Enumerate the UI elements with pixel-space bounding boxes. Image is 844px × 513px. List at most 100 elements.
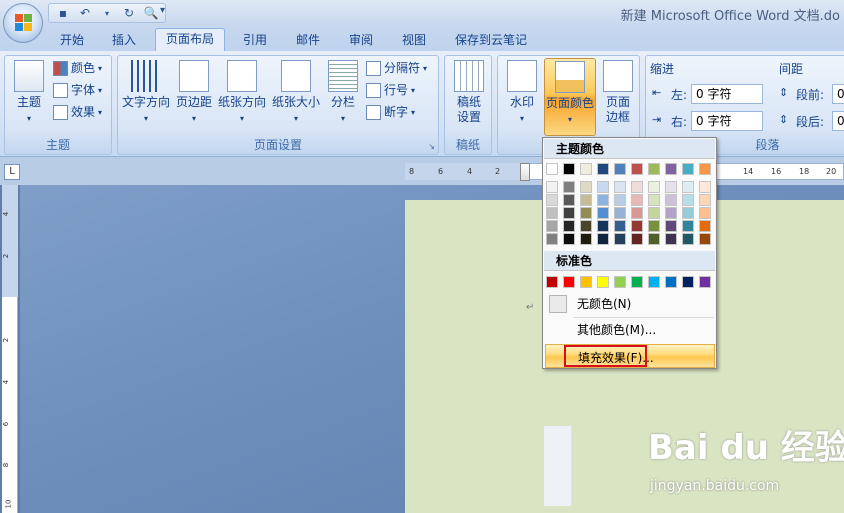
theme-shade-swatch[interactable]: [597, 181, 609, 193]
theme-shade-swatch[interactable]: [546, 233, 558, 245]
theme-color-swatch[interactable]: [699, 163, 711, 175]
theme-shade-swatch[interactable]: [631, 207, 643, 219]
undo-dropdown-icon[interactable]: ▾: [99, 5, 115, 21]
theme-colors-button[interactable]: 颜色 ▾: [53, 59, 102, 78]
line-numbers-button[interactable]: 行号 ▾: [366, 81, 415, 100]
breaks-button[interactable]: 分隔符 ▾: [366, 59, 427, 78]
tab-references[interactable]: 引用: [235, 30, 275, 51]
tab-stop-selector[interactable]: L: [4, 164, 20, 180]
page-setup-launcher-icon[interactable]: ↘: [428, 142, 435, 151]
theme-shade-swatch[interactable]: [631, 233, 643, 245]
draft-paper-button[interactable]: 稿纸 设置: [449, 60, 489, 125]
theme-color-swatch[interactable]: [597, 163, 609, 175]
theme-color-swatch[interactable]: [665, 163, 677, 175]
standard-color-swatch[interactable]: [682, 276, 694, 288]
hyphenation-button[interactable]: 断字 ▾: [366, 103, 415, 122]
undo-icon[interactable]: ↶: [77, 5, 93, 21]
theme-shade-swatch[interactable]: [563, 220, 575, 232]
theme-color-swatch[interactable]: [580, 163, 592, 175]
theme-shade-swatch[interactable]: [580, 207, 592, 219]
theme-shade-swatch[interactable]: [631, 181, 643, 193]
theme-color-swatch[interactable]: [546, 163, 558, 175]
theme-color-swatch[interactable]: [631, 163, 643, 175]
theme-shade-swatch[interactable]: [665, 233, 677, 245]
standard-color-swatch[interactable]: [546, 276, 558, 288]
save-icon[interactable]: ▪: [55, 5, 71, 21]
theme-button[interactable]: 主题 ▾: [9, 60, 49, 126]
theme-shade-swatch[interactable]: [631, 194, 643, 206]
theme-shade-swatch[interactable]: [580, 194, 592, 206]
theme-shade-swatch[interactable]: [665, 220, 677, 232]
theme-shade-swatch[interactable]: [682, 181, 694, 193]
tab-home[interactable]: 开始: [52, 30, 92, 51]
theme-shade-swatch[interactable]: [699, 194, 711, 206]
theme-effects-button[interactable]: 效果 ▾: [53, 103, 102, 122]
customize-qat-icon[interactable]: ▾: [160, 5, 165, 16]
theme-shade-swatch[interactable]: [563, 181, 575, 193]
standard-color-swatch[interactable]: [648, 276, 660, 288]
tab-review[interactable]: 审阅: [341, 30, 381, 51]
theme-shade-swatch[interactable]: [546, 181, 558, 193]
tab-mailings[interactable]: 邮件: [288, 30, 328, 51]
page-borders-button[interactable]: 页面 边框: [600, 60, 636, 125]
indent-left-input[interactable]: 0 字符: [691, 84, 763, 104]
theme-shade-swatch[interactable]: [597, 207, 609, 219]
theme-shade-swatch[interactable]: [546, 220, 558, 232]
margins-button[interactable]: 页边距 ▾: [174, 60, 214, 126]
tab-page-layout[interactable]: 页面布局: [155, 28, 225, 52]
theme-shade-swatch[interactable]: [563, 207, 575, 219]
tab-view[interactable]: 视图: [394, 30, 434, 51]
theme-shade-swatch[interactable]: [597, 233, 609, 245]
theme-shade-swatch[interactable]: [665, 194, 677, 206]
theme-shade-swatch[interactable]: [665, 207, 677, 219]
theme-shade-swatch[interactable]: [682, 233, 694, 245]
theme-shade-swatch[interactable]: [682, 220, 694, 232]
theme-shade-swatch[interactable]: [580, 220, 592, 232]
columns-button[interactable]: 分栏 ▾: [326, 60, 360, 126]
theme-shade-swatch[interactable]: [699, 181, 711, 193]
theme-shade-swatch[interactable]: [597, 220, 609, 232]
theme-shade-swatch[interactable]: [699, 220, 711, 232]
spacing-after-input[interactable]: 0: [832, 111, 844, 131]
watermark-button[interactable]: 水印 ▾: [502, 60, 542, 126]
theme-shade-swatch[interactable]: [580, 233, 592, 245]
standard-color-swatch[interactable]: [580, 276, 592, 288]
more-colors-item[interactable]: 其他颜色(M)...: [544, 318, 715, 342]
office-button[interactable]: [3, 3, 43, 43]
redo-icon[interactable]: ↻: [121, 5, 137, 21]
theme-shade-swatch[interactable]: [682, 207, 694, 219]
theme-shade-swatch[interactable]: [546, 207, 558, 219]
theme-shade-swatch[interactable]: [682, 194, 694, 206]
theme-color-swatch[interactable]: [648, 163, 660, 175]
theme-shade-swatch[interactable]: [563, 194, 575, 206]
theme-color-swatch[interactable]: [614, 163, 626, 175]
indent-marker[interactable]: [520, 163, 530, 181]
no-color-item[interactable]: 无颜色(N): [544, 292, 715, 316]
standard-color-swatch[interactable]: [563, 276, 575, 288]
standard-color-swatch[interactable]: [614, 276, 626, 288]
standard-color-swatch[interactable]: [597, 276, 609, 288]
theme-shade-swatch[interactable]: [597, 194, 609, 206]
theme-shade-swatch[interactable]: [699, 207, 711, 219]
theme-shade-swatch[interactable]: [614, 181, 626, 193]
theme-shade-swatch[interactable]: [614, 220, 626, 232]
theme-shade-swatch[interactable]: [614, 194, 626, 206]
theme-fonts-button[interactable]: 字体 ▾: [53, 81, 102, 100]
theme-shade-swatch[interactable]: [614, 233, 626, 245]
page-color-button[interactable]: 页面颜色 ▾: [544, 58, 596, 136]
theme-shade-swatch[interactable]: [648, 233, 660, 245]
tab-save-to-cloud[interactable]: 保存到云笔记: [447, 30, 535, 51]
indent-right-input[interactable]: 0 字符: [691, 111, 763, 131]
theme-shade-swatch[interactable]: [665, 181, 677, 193]
theme-shade-swatch[interactable]: [699, 233, 711, 245]
theme-shade-swatch[interactable]: [546, 194, 558, 206]
orientation-button[interactable]: 纸张方向 ▾: [216, 60, 268, 126]
theme-shade-swatch[interactable]: [563, 233, 575, 245]
standard-color-swatch[interactable]: [631, 276, 643, 288]
theme-shade-swatch[interactable]: [648, 181, 660, 193]
tab-insert[interactable]: 插入: [104, 30, 144, 51]
theme-color-swatch[interactable]: [682, 163, 694, 175]
standard-color-swatch[interactable]: [665, 276, 677, 288]
print-preview-icon[interactable]: 🔍: [143, 5, 159, 21]
theme-shade-swatch[interactable]: [648, 194, 660, 206]
